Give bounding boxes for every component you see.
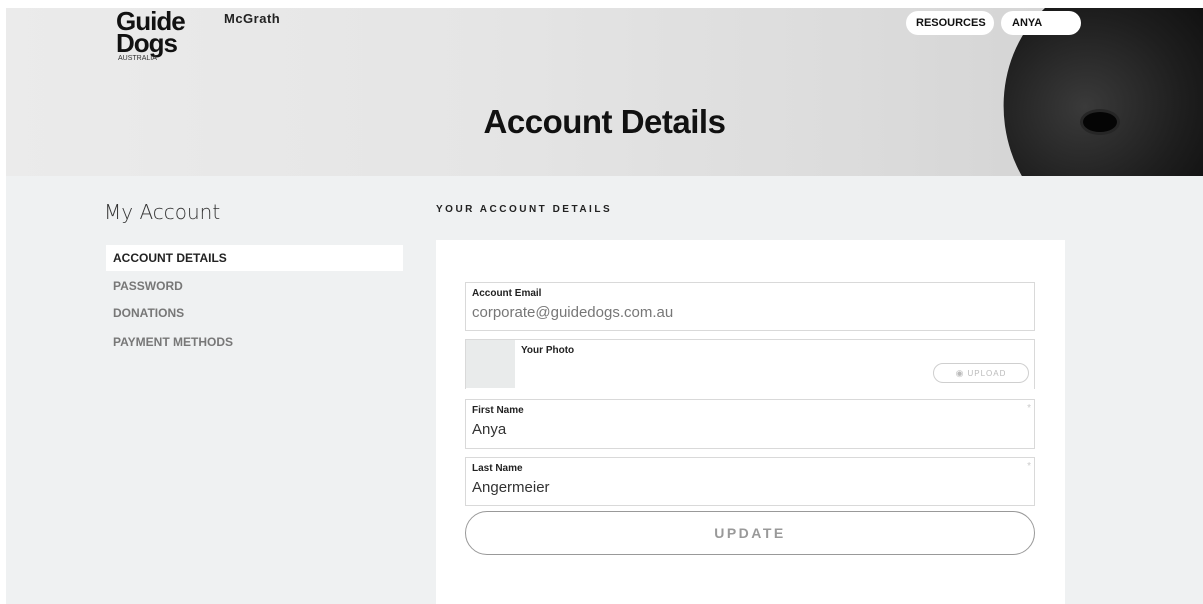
- resources-nav-button[interactable]: RESOURCES: [906, 11, 994, 35]
- upload-photo-button[interactable]: ◉ UPLOAD: [933, 363, 1029, 383]
- camera-icon: ◉: [955, 368, 965, 378]
- photo-label: Your Photo: [521, 345, 575, 356]
- page: Guide Dogs AUSTRALIA McGrath RESOURCES A…: [0, 0, 1203, 604]
- first-name-label: First Name: [472, 405, 524, 416]
- email-field[interactable]: Account Email corporate@guidedogs.com.au: [465, 282, 1035, 331]
- email-label: Account Email: [472, 288, 542, 299]
- first-name-field[interactable]: First Name Anya *: [465, 399, 1035, 449]
- email-value[interactable]: corporate@guidedogs.com.au: [472, 304, 673, 321]
- logo-line-dogs: Dogs: [116, 28, 178, 58]
- photo-thumbnail: [466, 340, 515, 388]
- dog-photo: [968, 8, 1203, 176]
- account-form-card: Account Email corporate@guidedogs.com.au…: [436, 240, 1065, 604]
- upload-label: UPLOAD: [967, 369, 1007, 378]
- account-content: My Account ACCOUNT DETAILS PASSWORD DONA…: [6, 176, 1203, 604]
- update-button[interactable]: UPDATE: [465, 511, 1035, 555]
- hero-banner: Guide Dogs AUSTRALIA McGrath RESOURCES A…: [6, 8, 1203, 176]
- logo-subtitle: AUSTRALIA: [118, 55, 157, 62]
- last-name-value[interactable]: Angermeier: [472, 479, 550, 496]
- last-name-label: Last Name: [472, 463, 523, 474]
- user-menu-button[interactable]: ANYA: [1001, 11, 1081, 35]
- photo-field: Your Photo ◉ UPLOAD: [465, 339, 1035, 389]
- sidebar-item-donations[interactable]: DONATIONS: [106, 300, 403, 326]
- logo-wordmark: Guide Dogs: [116, 8, 186, 58]
- sidebar-item-payment-methods[interactable]: PAYMENT METHODS: [106, 329, 403, 355]
- last-name-field[interactable]: Last Name Angermeier *: [465, 457, 1035, 506]
- page-title: Account Details: [483, 103, 726, 140]
- partner-logo: McGrath: [224, 11, 281, 26]
- required-mark: *: [1027, 461, 1031, 472]
- sidebar-title: My Account: [104, 200, 221, 224]
- sidebar-item-password[interactable]: PASSWORD: [106, 273, 403, 299]
- required-mark: *: [1027, 403, 1031, 414]
- section-heading: YOUR ACCOUNT DETAILS: [436, 204, 613, 215]
- sidebar-item-account-details[interactable]: ACCOUNT DETAILS: [106, 245, 403, 271]
- first-name-value[interactable]: Anya: [472, 421, 506, 438]
